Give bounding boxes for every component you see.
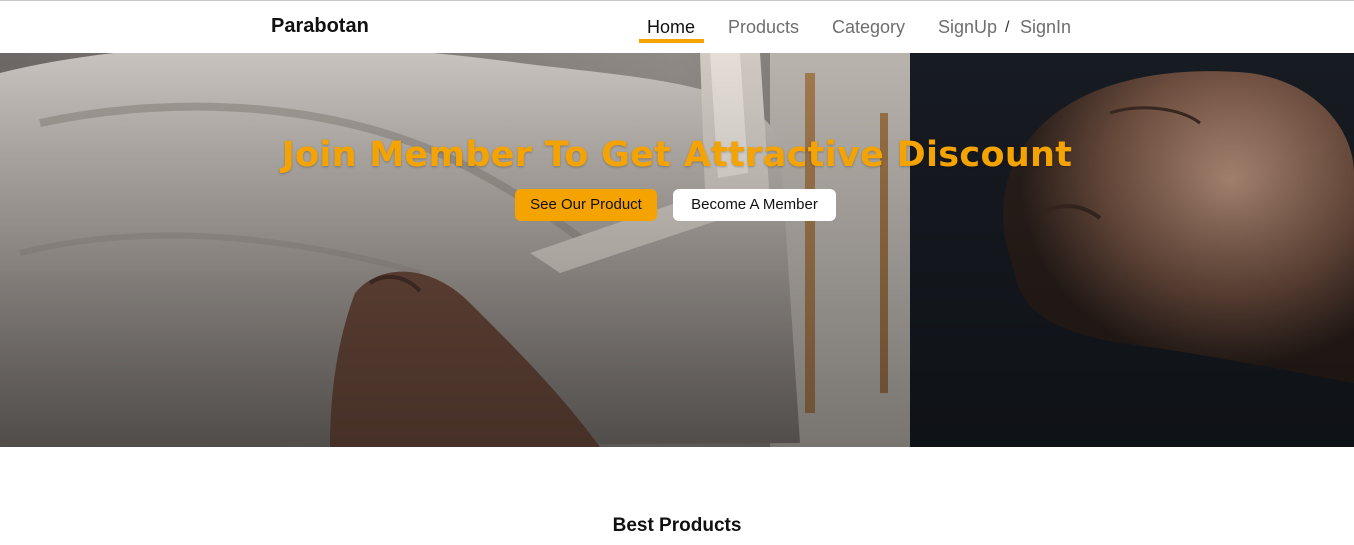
hero-banner: Join Member To Get Attractive Discount S…	[0, 53, 1354, 447]
nav-separator: /	[1005, 19, 1010, 36]
nav-signup-link[interactable]: SignUp	[938, 17, 997, 38]
navbar: Parabotan Home Products Category SignUp …	[0, 1, 1354, 53]
nav-category-link[interactable]: Category	[832, 17, 905, 38]
see-our-product-button[interactable]: See Our Product	[515, 189, 657, 221]
best-products-heading: Best Products	[612, 515, 742, 536]
nav-active-indicator	[639, 39, 704, 43]
nav-products-link[interactable]: Products	[728, 17, 799, 38]
nav-signin-link[interactable]: SignIn	[1020, 17, 1071, 38]
nav-home-link[interactable]: Home	[647, 17, 695, 38]
hero-title: Join Member To Get Attractive Discount	[281, 135, 1073, 175]
brand-logo[interactable]: Parabotan	[271, 15, 369, 38]
become-a-member-button[interactable]: Become A Member	[673, 189, 836, 221]
hero-background-image	[0, 53, 1354, 447]
